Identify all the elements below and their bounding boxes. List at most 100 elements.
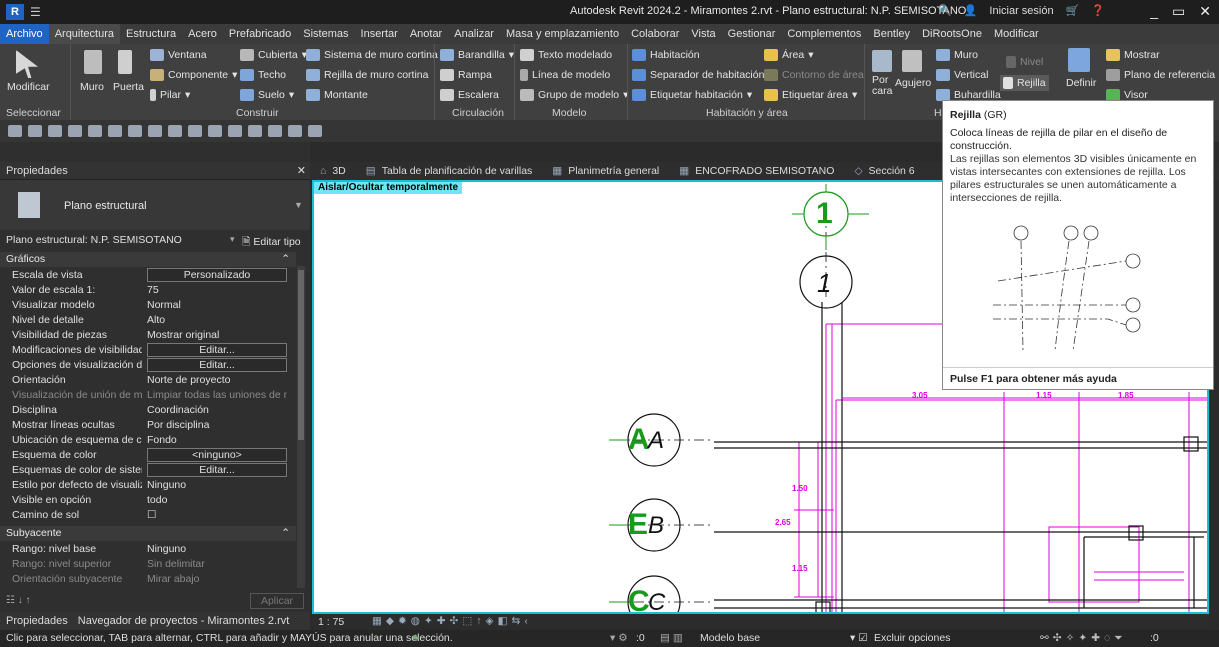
property-row[interactable]: Ubicación de esquema de col... Fondo	[0, 433, 290, 448]
chevron-down-icon[interactable]: ▾	[230, 234, 235, 245]
properties-scrollbar[interactable]	[297, 266, 305, 588]
instance-selector[interactable]: Plano estructural: N.P. SEMISOTANO ▾ 🗎 E…	[0, 233, 310, 249]
stair-button[interactable]: Escalera	[440, 89, 499, 101]
property-row[interactable]: Escala de vista Personalizado	[0, 268, 290, 283]
sync-icon[interactable]	[48, 125, 62, 137]
restore-button[interactable]: ▭	[1172, 3, 1185, 20]
design-option-icon[interactable]: ▾ ⚙	[610, 630, 628, 647]
ribbon-tab[interactable]: Colaborar	[625, 24, 685, 44]
property-edit-button[interactable]: Editar...	[147, 358, 287, 372]
close-icon[interactable]: ✕	[297, 162, 306, 180]
ribbon-tab[interactable]: Modificar	[988, 24, 1045, 44]
worksharing-icon[interactable]: ♣	[412, 630, 419, 647]
redo-icon[interactable]	[88, 125, 102, 137]
ribbon-tab[interactable]: Analizar	[448, 24, 500, 44]
view-scale[interactable]: 1 : 75	[318, 616, 344, 628]
roof-button[interactable]: Cubierta ▾	[240, 49, 307, 61]
property-row[interactable]: Orientación Norte de proyecto	[0, 373, 290, 388]
modify-arrow-icon[interactable]	[16, 50, 38, 78]
shaft-button[interactable]: Agujero	[895, 77, 931, 89]
property-edit-button[interactable]: Editar...	[147, 463, 287, 477]
panel-tab[interactable]: Navegador de proyectos - Miramontes 2.rv…	[78, 615, 290, 627]
room-button[interactable]: Habitación	[632, 49, 700, 61]
ribbon-tab[interactable]: Complementos	[781, 24, 867, 44]
group-seleccionar[interactable]: Seleccionar	[6, 107, 61, 119]
view-tab[interactable]: ◇ Sección 6	[844, 165, 924, 177]
property-row[interactable]: Rango: nivel base Ninguno	[0, 542, 290, 557]
text-icon[interactable]	[188, 125, 202, 137]
ceiling-button[interactable]: Techo	[240, 69, 286, 81]
3d-view-icon[interactable]	[208, 125, 222, 137]
align-dimension-icon[interactable]	[148, 125, 162, 137]
property-row[interactable]: Esquema de color <ninguno>	[0, 448, 290, 463]
group-habitacion-area[interactable]: Habitación y área	[706, 107, 788, 119]
property-edit-button[interactable]: <ninguno>	[147, 448, 287, 462]
curtain-grid-button[interactable]: Rejilla de muro cortina	[306, 69, 428, 81]
menu-icon[interactable]: ☰	[30, 5, 41, 19]
curtain-system-button[interactable]: Sistema de muro cortina	[306, 49, 438, 61]
edit-type-button[interactable]: 🗎 Editar tipo	[242, 234, 301, 252]
shaft-icon[interactable]	[902, 50, 922, 72]
sign-in-link[interactable]: Iniciar sesión	[989, 5, 1053, 17]
ribbon-tab[interactable]: Estructura	[120, 24, 182, 44]
view-control-icons[interactable]: ▦◆✹◍✦✚✣⬚↑◈◧⇆‹	[372, 615, 532, 627]
set-workplane-button[interactable]: Definir	[1066, 77, 1096, 89]
exclude-options-checkbox[interactable]: ▾ ☑	[850, 630, 868, 647]
property-row[interactable]: Disciplina Coordinación	[0, 403, 290, 418]
model-line-button[interactable]: Línea de modelo	[520, 69, 610, 81]
column-button[interactable]: Pilar ▾	[150, 89, 190, 101]
view-tab[interactable]: ▤ Tabla de planificación de varillas	[356, 165, 543, 177]
ribbon-tab[interactable]: Sistemas	[297, 24, 354, 44]
collapse-icon[interactable]: ⌃	[281, 526, 290, 541]
ribbon-tab[interactable]: Gestionar	[722, 24, 782, 44]
model-text-button[interactable]: Texto modelado	[520, 49, 612, 61]
thin-lines-icon[interactable]	[248, 125, 262, 137]
panel-tab[interactable]: Propiedades	[6, 615, 68, 627]
property-edit-button[interactable]: Editar...	[147, 343, 287, 357]
help-icon[interactable]: ❓	[1091, 4, 1105, 17]
property-row[interactable]: Modificaciones de visibilidad... Editar..…	[0, 343, 290, 358]
wall-opening-button[interactable]: Muro	[936, 49, 978, 61]
property-row[interactable]: Mostrar líneas ocultas Por disciplina	[0, 418, 290, 433]
ribbon-tab[interactable]: Insertar	[355, 24, 404, 44]
level-button[interactable]: Nivel	[1006, 56, 1043, 68]
property-row[interactable]: Camino de sol ☐	[0, 508, 290, 523]
workplane-icon[interactable]	[1068, 48, 1090, 72]
mullion-button[interactable]: Montante	[306, 89, 368, 101]
ribbon-tab[interactable]: Acero	[182, 24, 223, 44]
property-row[interactable]: Rango: nivel superior Sin delimitar	[0, 557, 290, 572]
property-row[interactable]: Visibilidad de piezas Mostrar original	[0, 328, 290, 343]
modify-button[interactable]: Modificar	[7, 81, 50, 93]
door-button[interactable]: Puerta	[113, 81, 144, 93]
tag-room-button[interactable]: Etiquetar habitación ▾	[632, 89, 752, 101]
section-subyacente[interactable]: Subyacente ⌃	[0, 526, 296, 541]
section-graficos[interactable]: Gráficos ⌃	[0, 252, 296, 267]
ribbon-tab[interactable]: Archivo	[0, 24, 49, 44]
view-tab[interactable]: ⌂ 3D	[310, 165, 356, 177]
revit-logo[interactable]: R	[6, 4, 24, 20]
show-button[interactable]: Mostrar	[1106, 49, 1160, 61]
chevron-down-icon[interactable]: ▼	[294, 200, 303, 210]
property-row[interactable]: Visible en opción todo	[0, 493, 290, 508]
door-icon[interactable]	[118, 50, 132, 74]
room-separator-button[interactable]: Separador de habitación	[632, 69, 764, 81]
property-row[interactable]: Esquemas de color de sistema Editar...	[0, 463, 290, 478]
undo-icon[interactable]	[68, 125, 82, 137]
section-icon[interactable]	[228, 125, 242, 137]
railing-button[interactable]: Barandilla ▾	[440, 49, 514, 61]
ribbon-tab[interactable]: Anotar	[404, 24, 448, 44]
grid-button[interactable]: Rejilla	[1000, 75, 1049, 91]
switch-windows-icon[interactable]	[288, 125, 302, 137]
property-row[interactable]: Visualizar modelo Normal	[0, 298, 290, 313]
search-icon[interactable]: 🔍	[938, 4, 952, 17]
tag-area-button[interactable]: Etiquetar área ▾	[764, 89, 857, 101]
by-face-button[interactable]: Por cara	[872, 75, 896, 97]
sort-icons[interactable]: ☷ ↓ ↑	[6, 595, 31, 606]
property-row[interactable]: Opciones de visualización de ... Editar..…	[0, 358, 290, 373]
collapse-icon[interactable]: ⌃	[281, 252, 290, 267]
by-face-icon[interactable]	[872, 50, 892, 72]
model-group-button[interactable]: Grupo de modelo ▾	[520, 89, 628, 101]
cart-icon[interactable]: 🛒	[1066, 4, 1080, 17]
property-row[interactable]: Orientación subyacente Mirar abajo	[0, 572, 290, 587]
print-icon[interactable]	[108, 125, 122, 137]
